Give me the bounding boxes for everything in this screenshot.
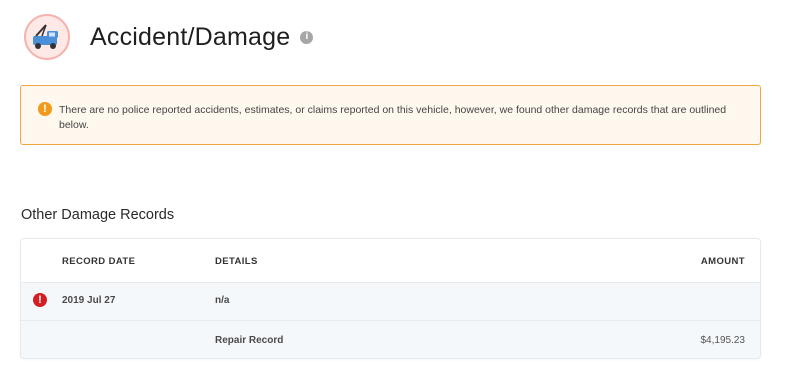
record-amount: $4,195.23 <box>700 335 746 346</box>
alert-message: There are no police reported accidents, … <box>59 104 727 131</box>
column-header-amount: AMOUNT <box>700 256 745 267</box>
page-header: Accident/Damage i <box>24 12 314 62</box>
column-header-record-date: RECORD DATE <box>62 256 136 267</box>
table-row: ! 2019 Jul 27 n/a <box>21 282 760 320</box>
table-header-row: RECORD DATE DETAILS AMOUNT <box>21 239 760 282</box>
warning-icon: ! <box>38 102 52 116</box>
record-details: Repair Record <box>215 335 284 346</box>
page-title: Accident/Damage <box>90 22 291 51</box>
damage-records-table: RECORD DATE DETAILS AMOUNT ! 2019 Jul 27… <box>20 238 761 359</box>
tow-truck-icon <box>24 14 70 60</box>
table-row: Repair Record $4,195.23 <box>21 320 760 358</box>
damage-alert: ! There are no police reported accidents… <box>20 85 761 145</box>
error-icon: ! <box>33 293 47 307</box>
record-details: n/a <box>215 295 230 306</box>
column-header-details: DETAILS <box>215 256 258 267</box>
info-icon[interactable]: i <box>300 30 314 44</box>
record-date: 2019 Jul 27 <box>62 295 116 306</box>
section-title: Other Damage Records <box>21 207 175 223</box>
